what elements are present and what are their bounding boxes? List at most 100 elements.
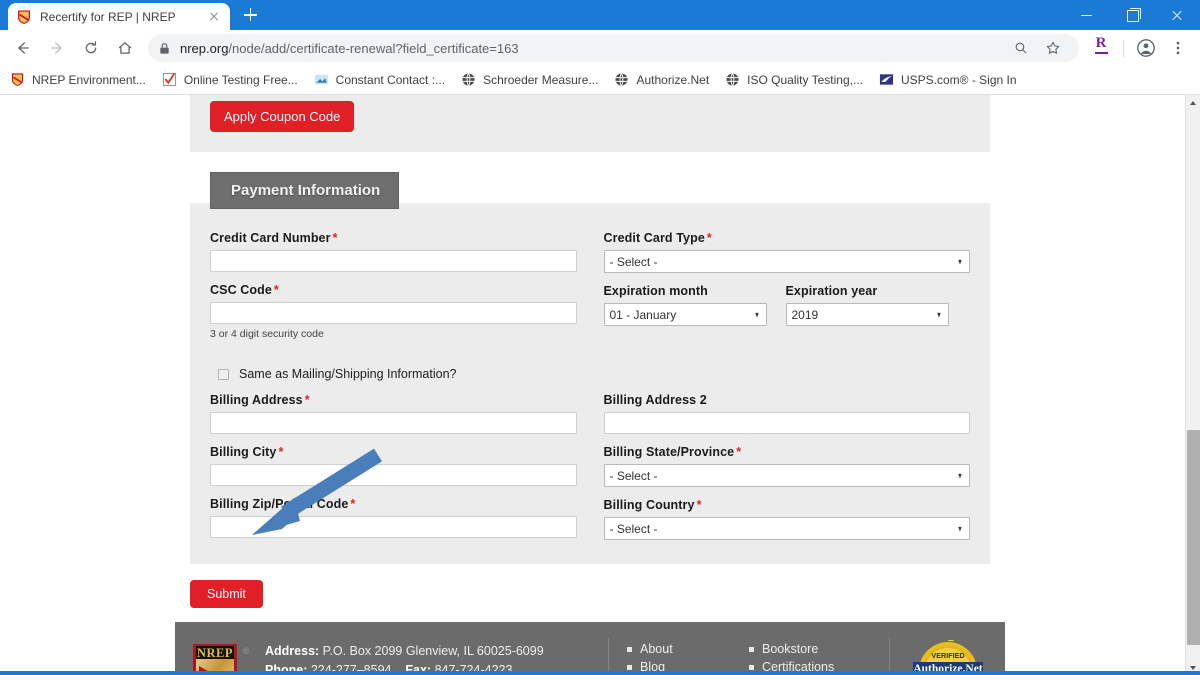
- page-viewport: Apply Coupon Code Payment Information Cr…: [0, 95, 1200, 675]
- billing-address-label: Billing Address *: [210, 393, 577, 407]
- back-arrow-icon[interactable]: [8, 33, 38, 63]
- payment-information-section: Payment Information Credit Card Number * …: [190, 172, 990, 564]
- billing-address-2-label: Billing Address 2: [603, 393, 707, 407]
- three-dot-menu-icon[interactable]: [1165, 35, 1191, 61]
- search-icon[interactable]: [1008, 35, 1034, 61]
- footer-address-line: Address: P.O. Box 2099 Glenview, IL 6002…: [265, 642, 602, 661]
- profile-avatar-icon[interactable]: [1133, 35, 1159, 61]
- expiration-year-wrap: 2019: [785, 303, 949, 326]
- bookmarks-bar: NREP Environment... Online Testing Free.…: [0, 66, 1200, 95]
- nrep-shield-icon: [16, 9, 32, 25]
- link-label: Bookstore: [762, 642, 819, 656]
- billing-country-label: Billing Country *: [604, 498, 971, 512]
- registered-mark: ®: [242, 646, 250, 656]
- payment-row-1: Credit Card Number * CSC Code * 3 or 4 dig…: [210, 231, 970, 351]
- url-path: /node/add/certificate-renewal?field_cert…: [228, 40, 519, 56]
- billing-country-select[interactable]: - Select -: [603, 517, 970, 540]
- bookmark-iso-quality-testing[interactable]: ISO Quality Testing,...: [725, 72, 863, 88]
- billing-city-input[interactable]: [210, 464, 577, 486]
- bookmark-online-testing[interactable]: Online Testing Free...: [162, 72, 298, 88]
- payment-right-column: Credit Card Type* - Select - Expiration …: [603, 231, 971, 351]
- credit-card-number-input[interactable]: [210, 250, 577, 272]
- footer-links: About Blog Recertification Get Certified…: [608, 638, 890, 675]
- authorize-net-seal[interactable]: VERIFIED MERCHANT Authorize.Net Click Cr…: [890, 637, 1005, 675]
- credit-card-type-select[interactable]: - Select -: [603, 250, 970, 273]
- browser-tab[interactable]: Recertify for REP | NREP: [8, 3, 230, 30]
- extension-letter: R: [1094, 35, 1108, 54]
- same-as-mailing-checkbox[interactable]: [218, 368, 229, 380]
- bookmark-schroeder-measure[interactable]: Schroeder Measure...: [461, 72, 598, 88]
- label-text: Credit Card Number: [210, 231, 331, 245]
- restore-icon[interactable]: [1110, 0, 1155, 30]
- verified-merchant-seal-icon: VERIFIED MERCHANT Authorize.Net Click: [912, 637, 983, 675]
- billing-zip-label: Billing Zip/Postal Code *: [210, 497, 577, 511]
- forward-arrow-icon[interactable]: [42, 33, 72, 63]
- footer-link-about[interactable]: About: [627, 641, 749, 659]
- extension-icon[interactable]: R: [1088, 35, 1114, 61]
- billing-state-label: Billing State/Province *: [604, 445, 971, 459]
- label-text: Billing Zip/Postal Code: [210, 497, 349, 511]
- footer-link-bookstore[interactable]: Bookstore: [749, 641, 871, 659]
- bottom-edge-strip: [0, 671, 1200, 675]
- bullet-icon: [749, 664, 754, 670]
- submit-area: Submit: [190, 564, 990, 622]
- bookmark-label: Authorize.Net: [636, 73, 710, 87]
- select-value: - Select -: [609, 468, 658, 483]
- browser-titlebar: Recertify for REP | NREP: [0, 0, 1200, 30]
- expiration-fields: Expiration month Expiration year 01 - Ja…: [603, 284, 971, 326]
- billing-address-2-input[interactable]: [603, 412, 970, 434]
- home-icon[interactable]: [110, 33, 140, 63]
- bullet-icon: [627, 664, 632, 670]
- billing-right-column: Billing Address 2 Billing State/Province…: [603, 393, 971, 542]
- csc-code-hint: 3 or 4 digit security code: [210, 328, 324, 340]
- minimize-icon[interactable]: [1065, 0, 1110, 30]
- bookmark-usps[interactable]: USPS.com® - Sign In: [879, 72, 1017, 88]
- expiration-month-select[interactable]: 01 - January: [603, 303, 767, 326]
- coupon-section: Apply Coupon Code: [190, 95, 990, 152]
- select-value: - Select -: [609, 254, 658, 269]
- bookmark-authorize-net[interactable]: Authorize.Net: [614, 72, 709, 88]
- reload-icon[interactable]: [76, 33, 106, 63]
- bookmark-nrep-environment[interactable]: NREP Environment...: [10, 72, 146, 88]
- address-bar[interactable]: nrep.org/node/add/certificate-renewal?fi…: [148, 34, 1079, 62]
- apply-coupon-code-button[interactable]: Apply Coupon Code: [210, 101, 355, 132]
- globe-icon: [614, 72, 630, 88]
- footer-contact-info: Address: P.O. Box 2099 Glenview, IL 6002…: [265, 638, 602, 675]
- csc-code-label: CSC Code *: [210, 283, 577, 297]
- bullet-icon: [627, 647, 632, 653]
- bookmark-label: NREP Environment...: [32, 73, 146, 87]
- label-text: Billing State/Province: [603, 445, 735, 459]
- expiration-month-wrap: 01 - January: [603, 303, 767, 326]
- required-asterisk: *: [736, 445, 742, 459]
- close-icon[interactable]: [206, 9, 222, 25]
- scrollbar-thumb[interactable]: [1187, 430, 1200, 645]
- browser-toolbar: nrep.org/node/add/certificate-renewal?fi…: [0, 30, 1200, 66]
- star-icon[interactable]: [1040, 35, 1066, 61]
- bookmark-constant-contact[interactable]: Constant Contact :...: [314, 72, 445, 88]
- bookmark-label: Schroeder Measure...: [483, 73, 599, 87]
- scroll-up-arrow-icon[interactable]: [1186, 95, 1200, 110]
- billing-zip-input[interactable]: [210, 516, 577, 538]
- link-label: About: [640, 642, 673, 656]
- billing-row: Billing Address * Billing City * Billing Z…: [210, 393, 970, 542]
- vertical-scrollbar[interactable]: [1185, 95, 1200, 675]
- required-asterisk: *: [350, 497, 356, 511]
- bookmark-label: Online Testing Free...: [183, 73, 298, 87]
- label-text: Billing Address: [210, 393, 303, 407]
- new-tab-button[interactable]: [236, 1, 264, 29]
- tab-title: Recertify for REP | NREP: [40, 9, 176, 24]
- omnibox-actions: [1005, 35, 1069, 61]
- submit-button[interactable]: Submit: [190, 580, 263, 608]
- same-as-mailing-row[interactable]: Same as Mailing/Shipping Information?: [218, 367, 970, 381]
- toolbar-divider: [1123, 39, 1124, 57]
- close-icon[interactable]: [1155, 0, 1200, 30]
- billing-state-select[interactable]: - Select -: [603, 464, 970, 487]
- billing-address-input[interactable]: [210, 412, 577, 434]
- expiration-year-select[interactable]: 2019: [785, 303, 949, 326]
- section-spacer: [190, 152, 990, 172]
- url-text: nrep.org/node/add/certificate-renewal?fi…: [180, 41, 519, 56]
- csc-code-input[interactable]: [210, 302, 577, 324]
- footer-links-column-1: About Blog Recertification Get Certified: [627, 641, 749, 675]
- billing-left-column: Billing Address * Billing City * Billing Z…: [210, 393, 577, 542]
- expiration-selects-row: 01 - January 2019: [603, 303, 971, 326]
